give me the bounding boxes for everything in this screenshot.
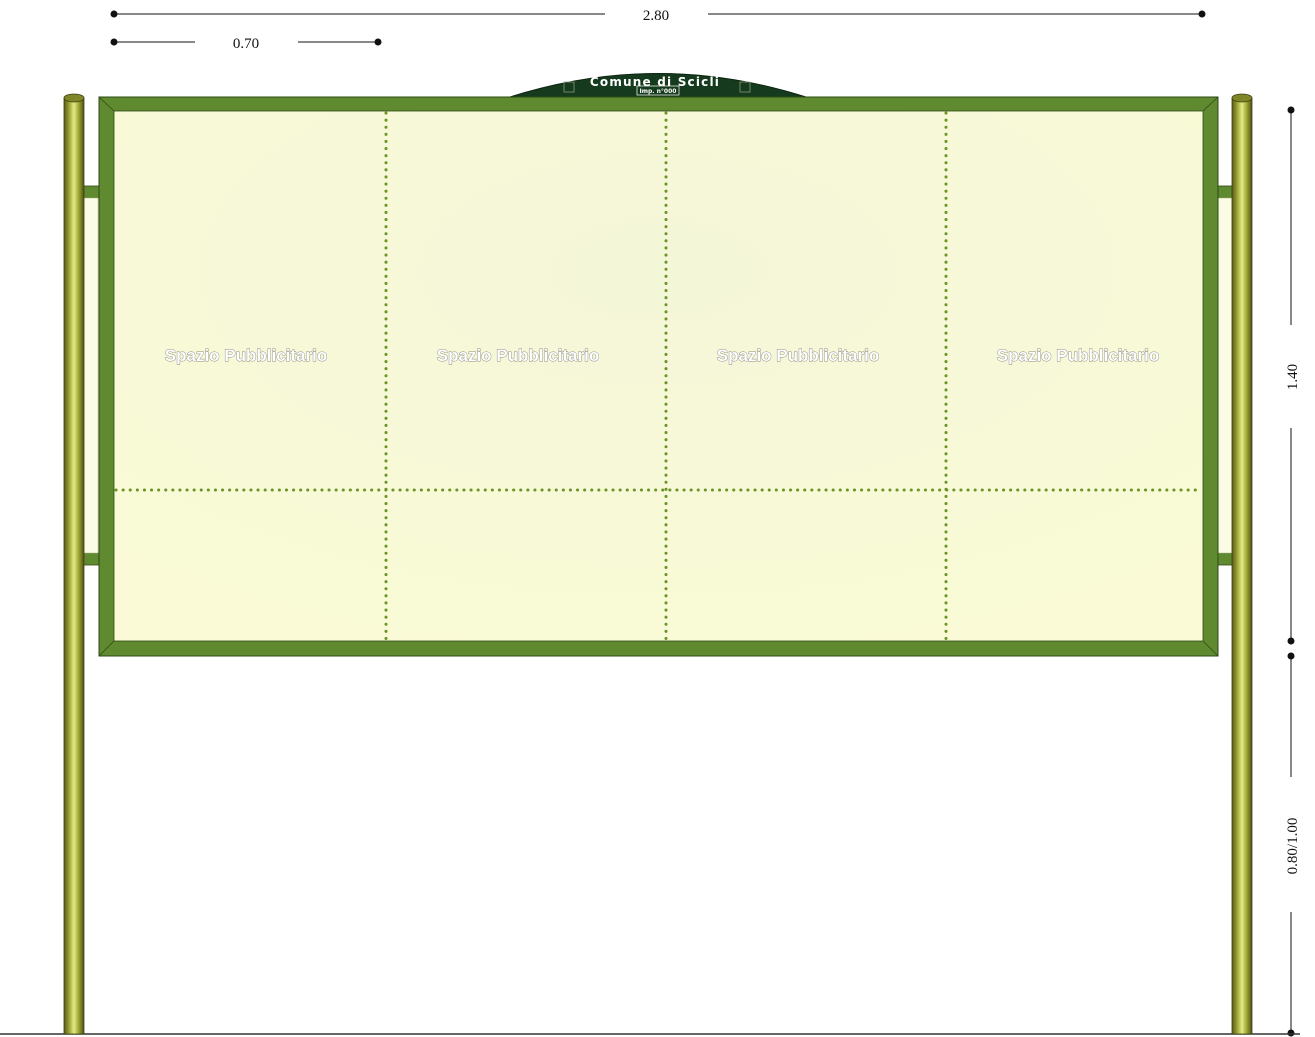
clearance-label: 0.80/1.00 [1285, 818, 1301, 875]
board-height-label: 1.40 [1285, 364, 1301, 390]
clearance-dimension: 0.80/1.00 [1285, 652, 1301, 1037]
right-brackets [1215, 185, 1235, 566]
panel-label-1: Spazio Pubblicitario [165, 346, 327, 365]
panel-width-dimension: 0.70 [110, 36, 382, 52]
width-dimension: 2.80 [110, 8, 1206, 24]
panel-label-4: Spazio Pubblicitario [997, 346, 1159, 365]
panel-label-3: Spazio Pubblicitario [717, 346, 879, 365]
board-frame [98, 96, 1219, 657]
panel-width-label: 0.70 [233, 36, 259, 52]
billboard-drawing: 2.80 0.70 1.40 0.80/1.00 Comune di Scicl… [0, 8, 1301, 1037]
right-post [1231, 93, 1253, 1035]
municipality-sign: Comune di Scicli Imp. n°000 [509, 73, 807, 98]
left-post [63, 93, 85, 1035]
left-brackets [81, 185, 101, 566]
sign-plate: Imp. n°000 [640, 88, 677, 95]
panel-label-2: Spazio Pubblicitario [437, 346, 599, 365]
board-surface [113, 110, 1204, 642]
total-width-label: 2.80 [643, 8, 669, 24]
height-dimension: 1.40 [1285, 106, 1301, 645]
